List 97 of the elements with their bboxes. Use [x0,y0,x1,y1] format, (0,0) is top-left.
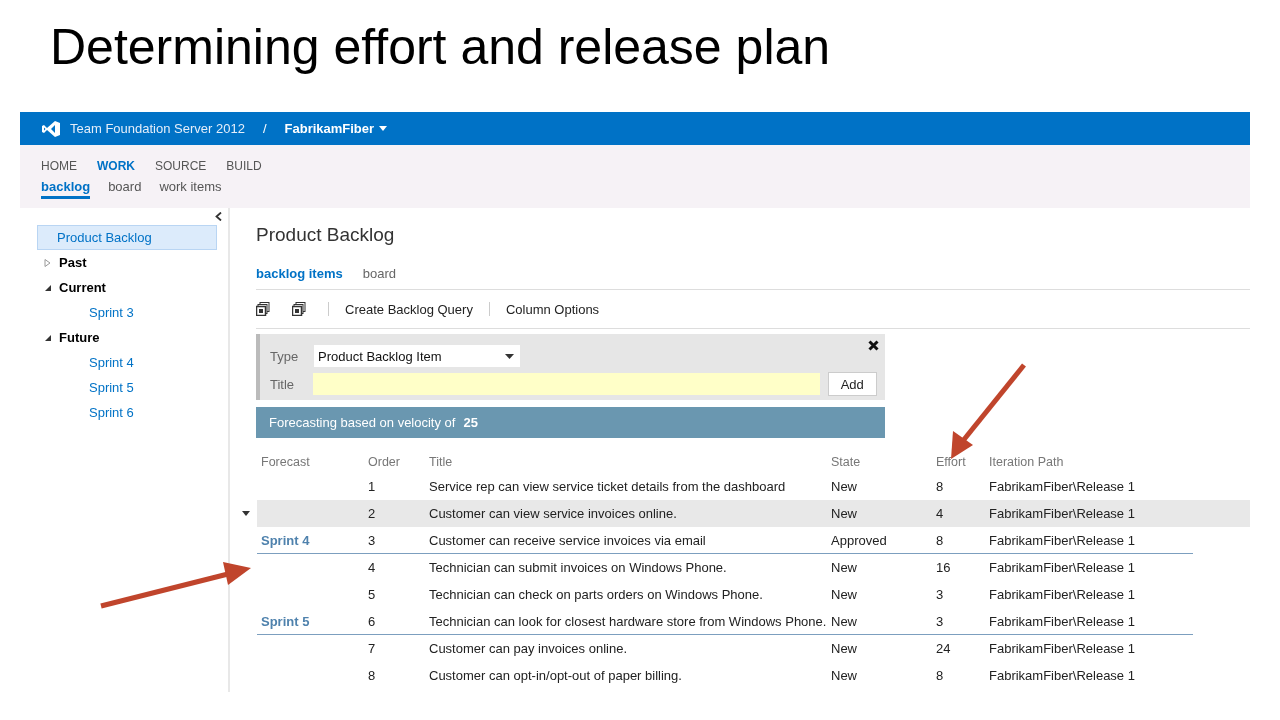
forecast-label: Forecasting based on velocity of [269,415,456,430]
table-row[interactable]: Sprint 5 6 Technician can look for closest hardware store from Windows Phone. New 3 FabrikamFiber\Release 1 [257,608,1250,635]
toolbar-button[interactable]: Create Backlog Query [345,301,473,317]
table-cell-text: New [830,640,858,658]
table-cell-text: 8 [935,478,945,496]
sprint-label: Sprint 5 [257,608,360,635]
table-cell: Customer can receive service invoices via email [425,527,827,554]
caret-icon [379,126,388,131]
nav-tab[interactable]: SOURCE [155,159,207,179]
table-cell-text: FabrikamFiber\Release 1 [988,505,1136,523]
logo-icon [42,120,60,137]
table-cell: 3 [932,608,985,635]
column-header[interactable]: Title [425,451,827,473]
table-cell-text: New [830,505,858,523]
table-cell-text: 1 [367,478,377,496]
table-cell-text: Technician can submit invoices on Windows Phone. [428,559,728,577]
collapsed-triangle-icon[interactable] [44,258,51,267]
column-header[interactable]: Iteration Path [985,451,1193,473]
tree-group-label: Future [59,330,100,345]
type-dropdown[interactable]: Product Backlog Item [314,345,520,367]
product-name: Team Foundation Server 2012 [70,121,245,136]
table-cell-text: FabrikamFiber\Release 1 [988,586,1136,604]
nav-tab[interactable]: WORK [97,159,135,179]
column-header[interactable]: Effort [932,451,985,473]
table-cell: FabrikamFiber\Release 1 [985,608,1193,635]
table-row[interactable]: 1 Service rep can view service ticket details from the dashboard New 8 FabrikamFiber\Release 1 [257,473,1250,500]
table-cell-text: FabrikamFiber\Release 1 [988,640,1136,658]
table-cell-text: 8 [935,667,945,685]
view-tab[interactable]: backlog items [256,266,343,281]
project-dropdown[interactable]: FabrikamFiber [284,121,388,136]
tree-item[interactable]: Sprint 3 [20,300,228,325]
table-row[interactable]: Sprint 4 3 Customer can receive service invoices via email Approved 8 FabrikamFiber\Release 1 [257,527,1250,554]
tree-item[interactable]: Product Backlog [37,225,217,250]
velocity-value: 25 [463,415,478,430]
table-cell-text: New [830,559,858,577]
sub-tab[interactable]: backlog [41,179,91,199]
caret-icon [505,353,514,359]
table-cell-text: 16 [935,559,952,577]
nav-tab[interactable]: BUILD [226,159,262,179]
table-cell-text: 7 [367,640,377,658]
table-cell-text: FabrikamFiber\Release 1 [988,559,1136,577]
table-cell-text: 3 [935,586,945,604]
nav-tab[interactable]: HOME [41,159,77,179]
title-input-field[interactable] [313,373,820,395]
stacked-squares-icon[interactable] [292,302,306,316]
table-cell-text: Service rep can view service ticket details from the dashboard [428,478,787,496]
column-header[interactable]: Order [360,451,425,473]
table-cell-text: New [830,667,858,685]
table-cell-text: 4 [935,505,945,523]
table-cell-text: 24 [935,640,952,658]
table-cell: 3 [360,527,425,554]
field-label: Type [270,348,300,364]
caret-icon[interactable] [242,511,250,516]
table-cell-text: FabrikamFiber\Release 1 [988,667,1136,685]
expanded-triangle-icon[interactable] [44,333,51,342]
sub-tab[interactable]: board [108,179,142,199]
expanded-triangle-icon[interactable] [44,283,51,292]
table-row[interactable]: 5 Technician can check on parts orders on Windows Phone. New 3 FabrikamFiber\Release 1 [257,581,1250,608]
table-cell: 8 [932,527,985,554]
table-cell-text: 8 [367,667,377,685]
table-cell-text: 5 [367,586,377,604]
table-cell-text: New [830,478,858,496]
table-row[interactable]: 7 Customer can pay invoices online. New 24 FabrikamFiber\Release 1 [257,635,1250,662]
table-cell-text: FabrikamFiber\Release 1 [988,478,1136,496]
tree-group-label: Current [59,280,106,295]
close-icon[interactable] [868,340,879,351]
table-cell-text: Customer can opt-in/opt-out of paper billing. [428,667,683,685]
tree-item[interactable]: Sprint 5 [20,375,228,400]
table-cell: Technician can look for closest hardware store from Windows Phone. [425,608,827,635]
table-cell-text: Customer can view service invoices online. [428,505,678,523]
table-cell-text: Technician can check on parts orders on Windows Phone. [428,586,764,604]
view-tab[interactable]: board [362,266,396,281]
column-header[interactable]: State [827,451,932,473]
table-cell-text: New [830,586,858,604]
toolbar-button[interactable]: Column Options [505,301,600,317]
table-cell: 6 [360,608,425,635]
table-row[interactable]: 8 Customer can opt-in/opt-out of paper billing. New 8 FabrikamFiber\Release 1 [257,662,1250,689]
stacked-squares-icon[interactable] [256,302,270,316]
tree-group-label: Past [59,255,87,270]
tree-item[interactable]: Sprint 6 [20,400,228,425]
tree-item[interactable]: Sprint 4 [20,350,228,375]
sprint-label: Sprint 4 [257,527,360,554]
breadcrumb-separator: / [262,121,267,136]
table-cell-text: 2 [367,505,377,523]
table-cell-text: 4 [367,559,377,577]
table-cell: Approved [827,527,932,554]
add-button[interactable]: Add [827,372,877,396]
table-row[interactable]: 4 Technician can submit invoices on Windows Phone. New 16 FabrikamFiber\Release 1 [257,554,1250,581]
table-cell-text: Customer can pay invoices online. [428,640,628,658]
table-cell: New [827,608,932,635]
table-cell: FabrikamFiber\Release 1 [985,527,1193,554]
page-title: Product Backlog [256,224,396,247]
collapse-icon[interactable] [215,212,222,221]
slide-title: Determining effort and release plan [49,18,832,77]
field-label: Title [270,376,296,392]
column-header[interactable]: Forecast [257,451,360,473]
sub-tab[interactable]: work items [159,179,222,199]
